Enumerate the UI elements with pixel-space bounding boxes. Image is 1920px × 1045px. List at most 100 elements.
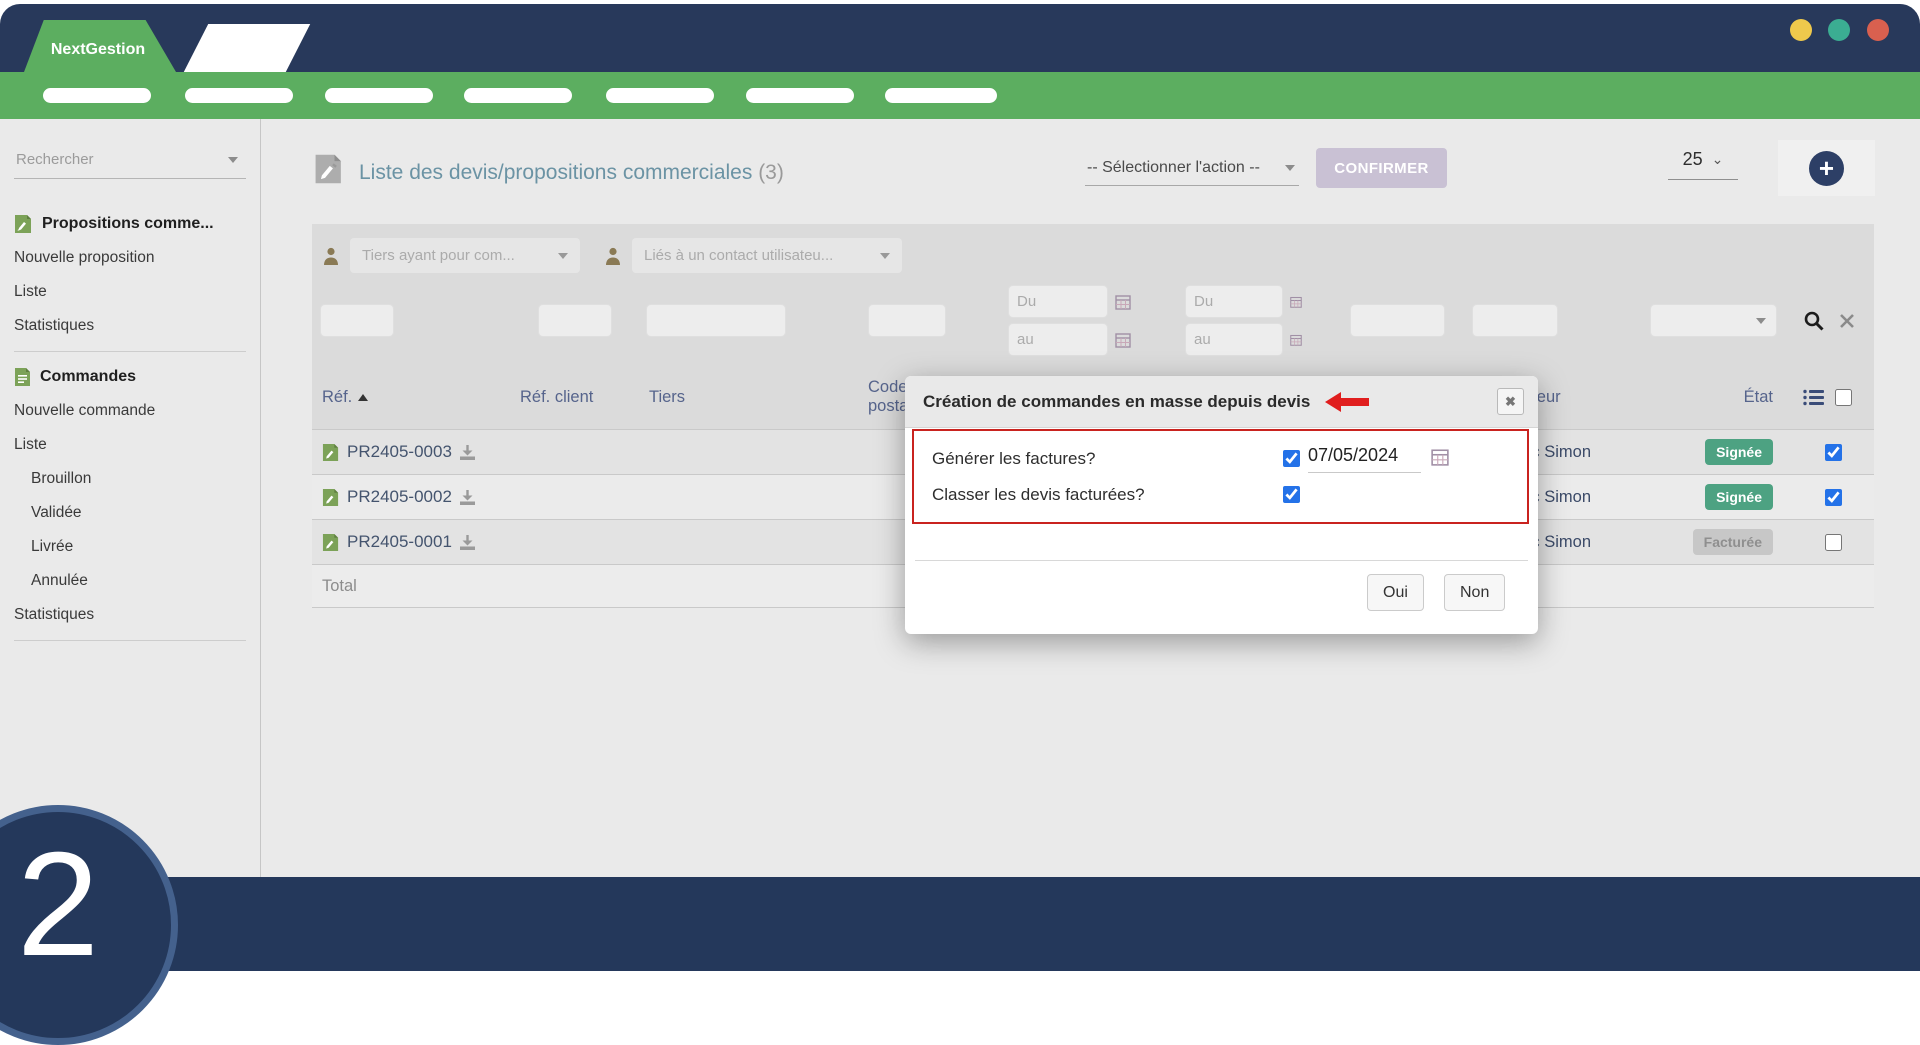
dialog-title: Création de commandes en masse depuis de… — [923, 392, 1310, 412]
filter-ref-client-input[interactable] — [538, 304, 612, 337]
brand-tab[interactable]: NextGestion — [24, 20, 176, 72]
total-label: Total — [312, 577, 512, 596]
sidebar-item-annulee[interactable]: Annulée — [14, 564, 246, 598]
yes-button[interactable]: Oui — [1367, 574, 1424, 611]
search-input[interactable]: Rechercher — [14, 149, 246, 179]
main-panel: Liste des devis/propositions commerciale… — [262, 119, 1920, 877]
proposal-ref-link[interactable]: PR2405-0003 — [347, 442, 452, 462]
result-count: (3) — [758, 161, 784, 184]
page-size-select[interactable]: 25 ⌄ — [1668, 149, 1738, 180]
proposal-doc-pencil-icon — [322, 533, 340, 552]
select-all-checkbox[interactable] — [1835, 389, 1852, 406]
menu-item-placeholder[interactable] — [606, 88, 714, 103]
bottom-bar — [0, 877, 1920, 971]
sidebar-section-commandes[interactable]: Commandes — [14, 360, 246, 394]
sidebar-section-propositions[interactable]: Propositions comme... — [14, 207, 246, 241]
search-icon[interactable] — [1803, 310, 1825, 332]
window-dot-yellow-icon[interactable] — [1790, 19, 1812, 41]
generate-invoices-checkbox[interactable] — [1283, 450, 1300, 467]
menu-item-placeholder[interactable] — [43, 88, 151, 103]
status-badge: Signée — [1705, 439, 1773, 465]
filter-etat-select[interactable] — [1650, 304, 1777, 337]
page-doc-pencil-icon — [314, 153, 344, 190]
calendar-icon[interactable] — [1115, 294, 1131, 310]
contact-filter-select[interactable]: Liés à un contact utilisateu... — [632, 238, 902, 273]
filter-date-propos-to-input[interactable] — [1008, 323, 1108, 356]
sidebar-item-nouvelle-proposition[interactable]: Nouvelle proposition — [14, 241, 246, 275]
menu-item-placeholder[interactable] — [885, 88, 997, 103]
confirm-button[interactable]: CONFIRMER — [1316, 148, 1447, 188]
red-arrow-annotation-icon — [1324, 391, 1370, 413]
calendar-icon[interactable] — [1431, 448, 1449, 466]
close-icon[interactable]: ✖ — [1497, 388, 1524, 415]
chevron-down-icon — [558, 253, 568, 259]
column-list-icon[interactable] — [1803, 389, 1824, 406]
main-menubar — [0, 72, 1920, 119]
status-badge: Signée — [1705, 484, 1773, 510]
chevron-down-icon — [1285, 165, 1295, 171]
invoice-date-input[interactable]: 07/05/2024 — [1308, 445, 1421, 473]
filter-montant-input[interactable] — [1350, 304, 1445, 337]
row-checkbox[interactable] — [1825, 534, 1842, 551]
filter-date-fin-from-input[interactable] — [1185, 285, 1283, 318]
download-icon[interactable] — [459, 489, 476, 506]
proposal-ref-link[interactable]: PR2405-0002 — [347, 487, 452, 507]
column-tiers[interactable]: Tiers — [632, 388, 812, 407]
mass-order-dialog: Création de commandes en masse depuis de… — [905, 376, 1538, 634]
sidebar-item-statistiques-propositions[interactable]: Statistiques — [14, 309, 246, 343]
menu-item-placeholder[interactable] — [325, 88, 433, 103]
red-annotation-box: Générer les factures? 07/05/2024 Classer… — [912, 429, 1529, 524]
mass-action-select[interactable]: -- Sélectionner l'action -- — [1085, 159, 1299, 186]
classify-quotes-checkbox[interactable] — [1283, 486, 1300, 503]
filter-auteur-input[interactable] — [1472, 304, 1558, 337]
column-etat[interactable]: État — [1642, 388, 1787, 407]
chevron-down-icon — [1756, 318, 1766, 324]
filter-date-propos-from-input[interactable] — [1008, 285, 1108, 318]
menu-item-placeholder[interactable] — [746, 88, 854, 103]
search-placeholder: Rechercher — [16, 151, 94, 168]
row-checkbox[interactable] — [1825, 444, 1842, 461]
sidebar: Rechercher Propositions comme... Nouvell… — [0, 119, 261, 877]
calendar-icon[interactable] — [1290, 294, 1302, 310]
sidebar-item-livree[interactable]: Livrée — [14, 530, 246, 564]
calendar-icon[interactable] — [1115, 332, 1131, 348]
sort-asc-icon[interactable] — [358, 394, 368, 401]
person-icon — [322, 246, 340, 266]
filter-date-fin-to-input[interactable] — [1185, 323, 1283, 356]
third-party-filter-select[interactable]: Tiers ayant pour com... — [350, 238, 580, 273]
generate-invoices-label: Générer les factures? — [932, 449, 1095, 469]
relation-filters: Tiers ayant pour com... Liés à un contac… — [312, 232, 1874, 277]
sidebar-item-liste-commandes[interactable]: Liste — [14, 428, 246, 462]
sidebar-item-validee[interactable]: Validée — [14, 496, 246, 530]
add-button[interactable]: + — [1809, 151, 1844, 186]
clear-filters-icon[interactable] — [1839, 313, 1855, 329]
sidebar-item-brouillon[interactable]: Brouillon — [14, 462, 246, 496]
add-proposal-area: + — [1778, 140, 1875, 196]
no-button[interactable]: Non — [1444, 574, 1505, 611]
column-ref-client[interactable]: Réf. client — [512, 388, 632, 407]
window-dot-green-icon[interactable] — [1828, 19, 1850, 41]
sidebar-item-liste-propositions[interactable]: Liste — [14, 275, 246, 309]
menu-item-placeholder[interactable] — [464, 88, 572, 103]
calendar-icon[interactable] — [1290, 332, 1302, 348]
sidebar-item-nouvelle-commande[interactable]: Nouvelle commande — [14, 394, 246, 428]
chevron-down-icon — [228, 157, 238, 163]
filter-ref-input[interactable] — [320, 304, 394, 337]
download-icon[interactable] — [459, 444, 476, 461]
column-filters — [312, 277, 1874, 366]
brand-logo: NextGestion — [51, 41, 145, 59]
window-titlebar: NextGestion — [0, 4, 1920, 72]
window-dot-red-icon[interactable] — [1867, 19, 1889, 41]
column-ref[interactable]: Réf. — [312, 388, 512, 407]
filter-code-postal-input[interactable] — [868, 304, 946, 337]
titlebar-placeholder — [184, 24, 310, 72]
download-icon[interactable] — [459, 534, 476, 551]
proposal-ref-link[interactable]: PR2405-0001 — [347, 532, 452, 552]
sidebar-item-statistiques-commandes[interactable]: Statistiques — [14, 598, 246, 632]
filter-tiers-input[interactable] — [646, 304, 786, 337]
menu-item-placeholder[interactable] — [185, 88, 293, 103]
content-area: Rechercher Propositions comme... Nouvell… — [0, 119, 1920, 877]
row-checkbox[interactable] — [1825, 489, 1842, 506]
dialog-separator — [915, 560, 1528, 561]
proposal-doc-pencil-icon — [322, 488, 340, 507]
